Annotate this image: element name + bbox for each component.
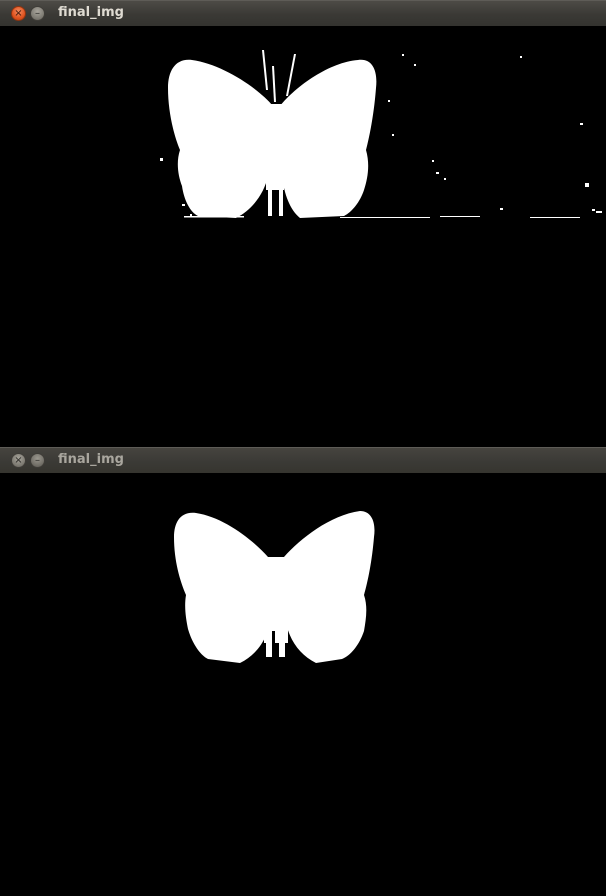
minimize-icon[interactable]: – [30,6,45,21]
close-icon[interactable]: × [11,6,26,21]
image-canvas [0,26,606,447]
butterfly-mask-clean [0,473,606,896]
window-title: final_img [58,5,124,20]
window-titlebar[interactable]: × – final_img [0,0,606,26]
window-top: × – final_img [0,0,606,447]
image-canvas [0,473,606,896]
minimize-icon[interactable]: – [30,453,45,468]
window-bottom: × – final_img [0,447,606,896]
close-icon[interactable]: × [11,453,26,468]
window-titlebar[interactable]: × – final_img [0,447,606,473]
window-title: final_img [58,452,124,467]
butterfly-mask-noisy [0,26,606,447]
